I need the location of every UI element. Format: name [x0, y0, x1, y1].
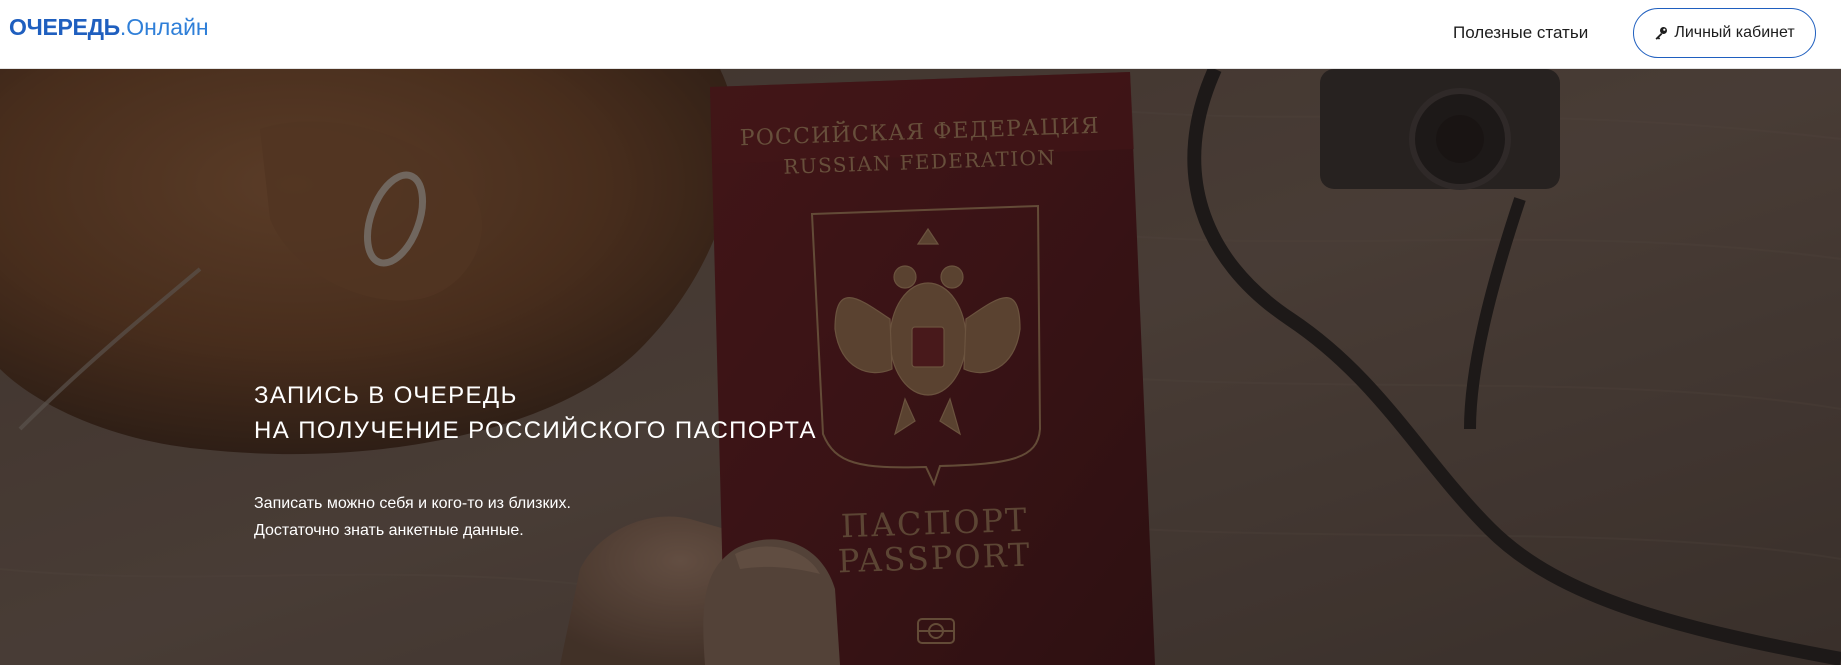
hero-banner: РОССИЙСКАЯ ФЕДЕРАЦИЯ RUSSIAN FEDERATION …: [0, 69, 1841, 665]
logo-bold-text: ОЧЕРЕДЬ: [9, 14, 120, 40]
hero-subtitle-line1: Записать можно себя и кого-то из близких…: [254, 495, 571, 512]
site-logo[interactable]: ОЧЕРЕДЬ.Онлайн: [9, 13, 209, 41]
key-icon: [1655, 27, 1668, 40]
hero-subtitle-line2: Достаточно знать анкетные данные.: [254, 522, 524, 539]
personal-cabinet-label: Личный кабинет: [1674, 24, 1795, 41]
logo-light-text: .Онлайн: [119, 14, 209, 40]
nav-useful-articles-link[interactable]: Полезные статьи: [1453, 22, 1588, 44]
personal-cabinet-button[interactable]: Личный кабинет: [1633, 8, 1816, 58]
hero-title: ЗАПИСЬ В ОЧЕРЕДЬ НА ПОЛУЧЕНИЕ РОССИЙСКОГ…: [254, 378, 817, 448]
hero-background-image: РОССИЙСКАЯ ФЕДЕРАЦИЯ RUSSIAN FEDERATION …: [0, 69, 1841, 665]
site-header: ОЧЕРЕДЬ.Онлайн Полезные статьи Личный ка…: [0, 0, 1841, 69]
hero-title-line2: НА ПОЛУЧЕНИЕ РОССИЙСКОГО ПАСПОРТА: [254, 417, 817, 444]
hero-title-line1: ЗАПИСЬ В ОЧЕРЕДЬ: [254, 382, 518, 409]
hero-subtitle: Записать можно себя и кого-то из близких…: [254, 490, 571, 544]
